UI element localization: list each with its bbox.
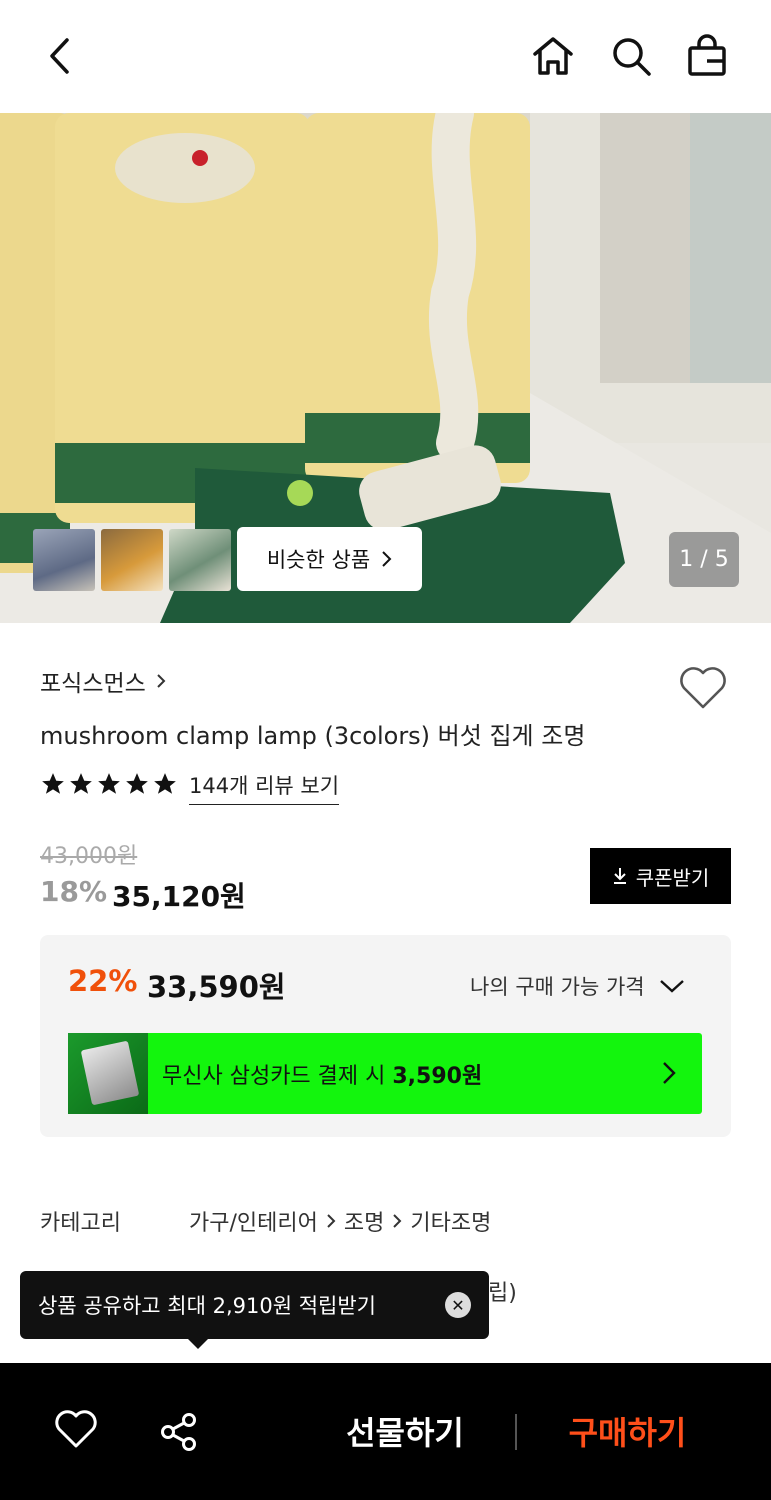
chevron-down-icon bbox=[659, 980, 684, 993]
gallery-thumbnail[interactable] bbox=[169, 529, 231, 591]
category-label: 카테고리 bbox=[40, 1211, 121, 1236]
share-button[interactable] bbox=[158, 1411, 200, 1457]
discount-rate: 18% bbox=[40, 875, 108, 908]
wishlist-button[interactable] bbox=[678, 665, 728, 711]
brand-link[interactable]: 포식스먼스 bbox=[40, 664, 166, 698]
star-icon bbox=[126, 773, 148, 794]
gallery-thumbnail[interactable] bbox=[101, 529, 163, 591]
category-item[interactable]: 조명 bbox=[344, 1205, 384, 1237]
my-price-toggle[interactable]: 나의 구매 가능 가격 bbox=[470, 971, 685, 1001]
gallery-thumbnail[interactable] bbox=[33, 529, 95, 591]
bottom-wishlist-button[interactable] bbox=[54, 1410, 98, 1454]
original-price: 43,000원 bbox=[40, 844, 138, 869]
brand-name: 포식스먼스 bbox=[40, 671, 146, 697]
share-icon bbox=[161, 1413, 196, 1451]
share-reward-tooltip: 상품 공유하고 최대 2,910원 적립받기 ✕ bbox=[20, 1271, 489, 1349]
home-button[interactable] bbox=[531, 34, 575, 78]
chevron-right-icon bbox=[327, 1214, 336, 1228]
coupon-button[interactable]: 쿠폰받기 bbox=[590, 848, 731, 904]
category-breadcrumb: 가구/인테리어 조명 기타조명 bbox=[189, 1205, 491, 1237]
card-promo-label: 무신사 삼성카드 결제 시 bbox=[162, 1063, 393, 1089]
product-image-gallery[interactable]: 비슷한 상품 1 / 5 bbox=[0, 113, 771, 623]
chevron-left-icon bbox=[50, 38, 69, 74]
my-price: 33,590원 bbox=[147, 970, 286, 1004]
coupon-button-label: 쿠폰받기 bbox=[635, 865, 710, 890]
cart-button[interactable] bbox=[685, 34, 729, 78]
chevron-right-icon bbox=[157, 674, 166, 688]
card-promo-text: 무신사 삼성카드 결제 시 3,590원 bbox=[162, 1058, 482, 1090]
similar-products-label: 비슷한 상품 bbox=[266, 548, 371, 572]
tooltip-message: 상품 공유하고 최대 2,910원 적립받기 bbox=[38, 1294, 376, 1318]
top-navigation-bar bbox=[0, 0, 771, 113]
chevron-right-icon bbox=[663, 1062, 676, 1084]
shopping-bag-icon bbox=[688, 34, 726, 76]
partially-hidden-text: 립) bbox=[488, 1281, 517, 1306]
category-item[interactable]: 가구/인테리어 bbox=[189, 1205, 318, 1237]
sale-price: 35,120원 bbox=[112, 880, 246, 913]
star-icon bbox=[98, 773, 120, 794]
tooltip-close-button[interactable]: ✕ bbox=[445, 1292, 471, 1318]
home-icon bbox=[533, 37, 573, 75]
star-icon bbox=[70, 773, 92, 794]
download-icon bbox=[613, 868, 626, 884]
card-promo-amount: 3,590원 bbox=[392, 1063, 483, 1089]
similar-products-button[interactable]: 비슷한 상품 bbox=[237, 527, 422, 591]
heart-icon bbox=[55, 1410, 97, 1448]
my-price-label: 나의 구매 가능 가격 bbox=[470, 975, 645, 999]
back-button[interactable] bbox=[38, 34, 82, 78]
category-item[interactable]: 기타조명 bbox=[410, 1205, 491, 1237]
bottom-action-bar: 선물하기 구매하기 bbox=[0, 1363, 771, 1500]
card-image bbox=[68, 1033, 148, 1114]
card-promo-banner[interactable]: 무신사 삼성카드 결제 시 3,590원 bbox=[68, 1033, 702, 1114]
product-title: mushroom clamp lamp (3colors) 버섯 집게 조명 bbox=[40, 722, 586, 750]
image-page-indicator: 1 / 5 bbox=[669, 532, 739, 587]
chevron-right-icon bbox=[393, 1214, 402, 1228]
gift-button[interactable]: 선물하기 bbox=[310, 1407, 500, 1455]
search-button[interactable] bbox=[609, 34, 653, 78]
my-price-discount: 22% bbox=[68, 964, 138, 998]
my-price-panel: 22% 33,590원 나의 구매 가능 가격 무신사 삼성카드 결제 시 3,… bbox=[40, 935, 731, 1137]
search-icon bbox=[613, 38, 651, 76]
buy-button[interactable]: 구매하기 bbox=[540, 1407, 715, 1455]
star-icon bbox=[42, 773, 64, 794]
heart-icon bbox=[680, 667, 726, 709]
chevron-right-icon bbox=[382, 551, 392, 567]
divider bbox=[515, 1414, 517, 1450]
review-link[interactable]: 144개 리뷰 보기 bbox=[189, 770, 340, 805]
star-icon bbox=[154, 773, 176, 794]
rating-stars bbox=[40, 771, 178, 797]
